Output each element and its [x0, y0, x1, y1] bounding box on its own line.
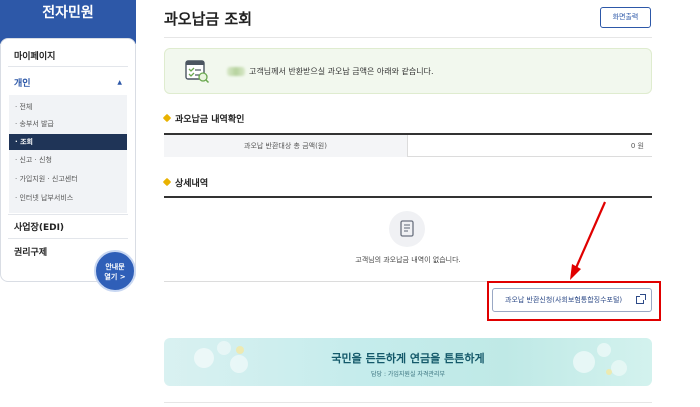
detail-heading: 상세내역	[175, 179, 209, 189]
sidebar-sub-all[interactable]: · 전체	[9, 99, 127, 115]
page: 전자민원 마이페이지 개인 ▲ · 전체 · 송부서 발급 · 조회 · 신고 …	[0, 0, 700, 407]
sidebar-sub-support[interactable]: · 가입지원 · 신고센터	[9, 171, 127, 187]
promo-banner: 국민을 든든하게 연금을 튼튼하게 담당 : 가입지원실 자격관리부	[164, 338, 652, 386]
document-check-icon	[185, 60, 210, 84]
banner-slogan: 국민을 든든하게 연금을 튼튼하게	[331, 352, 485, 365]
sidebar-divider	[8, 66, 128, 67]
document-icon	[400, 220, 414, 237]
title-divider	[164, 37, 652, 38]
sidebar-sub-report[interactable]: · 신고 · 신청	[9, 152, 127, 168]
sidebar-submenu: · 전체 · 송부서 발급 · 조회 · 신고 · 신청 · 가입지원 · 신고…	[9, 95, 127, 213]
section-title-summary: 과오납금 내역확인	[162, 112, 245, 125]
refund-request-button[interactable]: 과오납 반환신청(사회보험통합징수포털)	[492, 288, 652, 312]
guide-button-line2: 열기 >	[104, 273, 126, 281]
sidebar-item-rights[interactable]: 권리구제	[14, 245, 47, 258]
refund-request-label: 과오납 반환신청(사회보험통합징수포털)	[505, 296, 623, 304]
bullet-icon	[162, 177, 172, 187]
sidebar-item-mypage[interactable]: 마이페이지	[14, 49, 55, 62]
bullet-icon	[162, 113, 172, 123]
summary-label: 과오납 반환대상 총 금액(원)	[164, 135, 408, 157]
bottom-divider	[164, 402, 652, 403]
sidebar-item-personal[interactable]: 개인	[14, 76, 31, 89]
page-title: 과오납금 조회	[164, 10, 253, 28]
sidebar-sub-inquiry[interactable]: · 조회	[9, 134, 127, 150]
summary-value: 0 원	[630, 142, 644, 150]
guide-open-button[interactable]: 안내문 열기 >	[94, 250, 136, 292]
notice-box: 고객님께서 반환받으실 과오납 금액은 아래와 같습니다.	[164, 48, 652, 94]
guide-button-line1: 안내문	[105, 263, 125, 271]
sidebar-sub-issue[interactable]: · 송부서 발급	[9, 116, 127, 132]
caret-up-icon[interactable]: ▲	[117, 79, 122, 86]
empty-state-icon-wrap	[389, 211, 425, 247]
masked-customer-name	[227, 67, 245, 76]
summary-table: 과오납 반환대상 총 금액(원) 0 원	[164, 133, 652, 157]
banner-contact: 담당 : 가입지원실 자격관리부	[371, 371, 445, 378]
sidebar: 전자민원 마이페이지 개인 ▲ · 전체 · 송부서 발급 · 조회 · 신고 …	[0, 0, 136, 407]
summary-heading: 과오납금 내역확인	[175, 115, 245, 125]
sidebar-item-edi[interactable]: 사업장(EDI)	[14, 220, 64, 233]
external-link-icon	[636, 294, 646, 304]
red-arrow-annotation	[570, 201, 607, 280]
section-title-detail: 상세내역	[162, 176, 209, 189]
sidebar-sub-payment[interactable]: · 인터넷 납부서비스	[9, 190, 127, 206]
notice-text: 고객님께서 반환받으실 과오납 금액은 아래와 같습니다.	[249, 67, 434, 76]
sidebar-divider	[8, 214, 128, 215]
print-button[interactable]: 화면출력	[600, 7, 651, 28]
sidebar-divider	[8, 238, 128, 239]
